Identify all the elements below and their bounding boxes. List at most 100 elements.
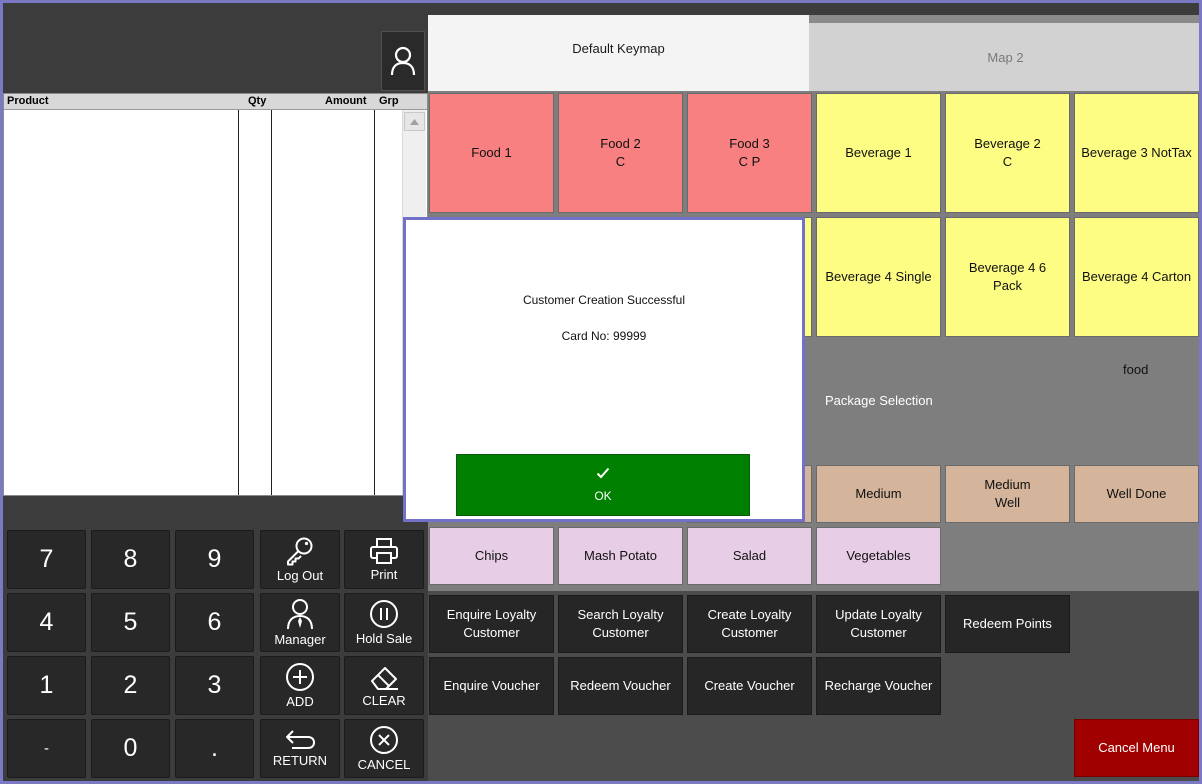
key-label: 0 bbox=[123, 734, 138, 762]
key-label: RETURN bbox=[272, 753, 328, 768]
recharge-voucher-button[interactable]: Recharge Voucher bbox=[816, 657, 941, 715]
key-label: 3 bbox=[207, 671, 222, 699]
pause-icon bbox=[370, 600, 398, 628]
print-button[interactable]: Print bbox=[344, 530, 424, 589]
x-circle-icon bbox=[370, 726, 398, 754]
column-header-qty: Qty bbox=[248, 95, 267, 107]
hold-sale-button[interactable]: Hold Sale bbox=[344, 593, 424, 652]
key-label: 4 bbox=[39, 608, 54, 636]
beverage-4-6-pack-button[interactable]: Beverage 4 6 Pack bbox=[945, 217, 1070, 337]
key-8[interactable]: 8 bbox=[91, 530, 170, 589]
tab-bar-strip bbox=[809, 15, 1199, 23]
pos-window: Product Qty Amount Grp 7 8 9 4 5 6 1 2 3… bbox=[0, 0, 1202, 784]
checkmark-icon bbox=[596, 467, 610, 479]
chips-button[interactable]: Chips bbox=[429, 527, 554, 585]
key-label: . bbox=[211, 734, 218, 762]
well-done-button[interactable]: Well Done bbox=[1074, 465, 1199, 523]
key-label: Hold Sale bbox=[355, 631, 413, 646]
order-grid-header: Product Qty Amount Grp bbox=[4, 94, 427, 110]
food-2-button[interactable]: Food 2 C bbox=[558, 93, 683, 213]
key-label: 9 bbox=[207, 545, 222, 573]
key-1[interactable]: 1 bbox=[7, 656, 86, 715]
beverage-1-button[interactable]: Beverage 1 bbox=[816, 93, 941, 213]
beverage-4-carton-button[interactable]: Beverage 4 Carton bbox=[1074, 217, 1199, 337]
ok-button[interactable]: OK bbox=[456, 454, 750, 516]
column-header-grp: Grp bbox=[379, 95, 399, 107]
triangle-up-icon bbox=[410, 118, 419, 125]
key-label: - bbox=[44, 740, 49, 757]
column-header-product: Product bbox=[7, 95, 49, 107]
create-loyalty-customer-button[interactable]: Create Loyalty Customer bbox=[687, 595, 812, 653]
beverage-4-single-button[interactable]: Beverage 4 Single bbox=[816, 217, 941, 337]
manager-button[interactable]: Manager bbox=[260, 593, 340, 652]
manager-icon bbox=[287, 599, 313, 630]
key-5[interactable]: 5 bbox=[91, 593, 170, 652]
cancel-menu-button[interactable]: Cancel Menu bbox=[1074, 719, 1199, 777]
key-label: Manager bbox=[274, 632, 326, 647]
key-label: Log Out bbox=[276, 568, 324, 583]
tab-bar-background bbox=[428, 3, 1199, 15]
key-icon bbox=[287, 537, 313, 566]
food-label[interactable]: food bbox=[1123, 362, 1148, 377]
medium-button[interactable]: Medium bbox=[816, 465, 941, 523]
key-decimal[interactable]: . bbox=[175, 719, 254, 778]
clear-button[interactable]: CLEAR bbox=[344, 656, 424, 715]
ok-label: OK bbox=[594, 489, 612, 503]
medium-well-button[interactable]: Medium Well bbox=[945, 465, 1070, 523]
user-icon bbox=[390, 46, 416, 76]
package-selection-label[interactable]: Package Selection bbox=[825, 393, 933, 408]
key-label: CLEAR bbox=[362, 693, 406, 708]
key-6[interactable]: 6 bbox=[175, 593, 254, 652]
key-3[interactable]: 3 bbox=[175, 656, 254, 715]
salad-button[interactable]: Salad bbox=[687, 527, 812, 585]
key-2[interactable]: 2 bbox=[91, 656, 170, 715]
key-9[interactable]: 9 bbox=[175, 530, 254, 589]
key-label: 2 bbox=[123, 671, 138, 699]
order-grid[interactable]: Product Qty Amount Grp bbox=[3, 93, 428, 496]
cancel-button[interactable]: CANCEL bbox=[344, 719, 424, 778]
return-arrow-icon bbox=[286, 730, 316, 749]
redeem-voucher-button[interactable]: Redeem Voucher bbox=[558, 657, 683, 715]
add-button[interactable]: ADD bbox=[260, 656, 340, 715]
search-loyalty-customer-button[interactable]: Search Loyalty Customer bbox=[558, 595, 683, 653]
key-label: 6 bbox=[207, 608, 222, 636]
eraser-icon bbox=[371, 667, 398, 690]
dialog-message: Customer Creation Successful bbox=[522, 293, 686, 307]
key-minus[interactable]: - bbox=[7, 719, 86, 778]
log-out-button[interactable]: Log Out bbox=[260, 530, 340, 589]
key-label: 8 bbox=[123, 545, 138, 573]
user-button[interactable] bbox=[381, 31, 425, 91]
create-voucher-button[interactable]: Create Voucher bbox=[687, 657, 812, 715]
tab-map-2[interactable]: Map 2 bbox=[809, 23, 1199, 91]
column-header-amount: Amount bbox=[325, 95, 367, 107]
tab-default-keymap[interactable]: Default Keymap bbox=[428, 15, 809, 91]
key-0[interactable]: 0 bbox=[91, 719, 170, 778]
column-divider bbox=[238, 110, 239, 495]
column-divider bbox=[374, 110, 375, 495]
beverage-2-button[interactable]: Beverage 2 C bbox=[945, 93, 1070, 213]
beverage-3-nottax-button[interactable]: Beverage 3 NotTax bbox=[1074, 93, 1199, 213]
left-header-panel bbox=[3, 3, 428, 95]
customer-created-dialog: Customer Creation Successful Card No: 99… bbox=[403, 217, 805, 522]
key-label: 1 bbox=[39, 671, 54, 699]
food-3-button[interactable]: Food 3 C P bbox=[687, 93, 812, 213]
key-4[interactable]: 4 bbox=[7, 593, 86, 652]
printer-icon bbox=[370, 538, 398, 564]
mash-potato-button[interactable]: Mash Potato bbox=[558, 527, 683, 585]
update-loyalty-customer-button[interactable]: Update Loyalty Customer bbox=[816, 595, 941, 653]
key-label: Print bbox=[370, 567, 398, 582]
redeem-points-button[interactable]: Redeem Points bbox=[945, 595, 1070, 653]
vegetables-button[interactable]: Vegetables bbox=[816, 527, 941, 585]
plus-circle-icon bbox=[286, 663, 314, 691]
enquire-loyalty-customer-button[interactable]: Enquire Loyalty Customer bbox=[429, 595, 554, 653]
key-label: CANCEL bbox=[357, 757, 411, 772]
key-7[interactable]: 7 bbox=[7, 530, 86, 589]
scroll-up-button[interactable] bbox=[404, 112, 425, 131]
enquire-voucher-button[interactable]: Enquire Voucher bbox=[429, 657, 554, 715]
key-label: ADD bbox=[286, 694, 314, 709]
food-1-button[interactable]: Food 1 bbox=[429, 93, 554, 213]
key-label: 5 bbox=[123, 608, 138, 636]
dialog-card-number: Card No: 99999 bbox=[561, 329, 647, 343]
return-button[interactable]: RETURN bbox=[260, 719, 340, 778]
key-label: 7 bbox=[39, 545, 54, 573]
